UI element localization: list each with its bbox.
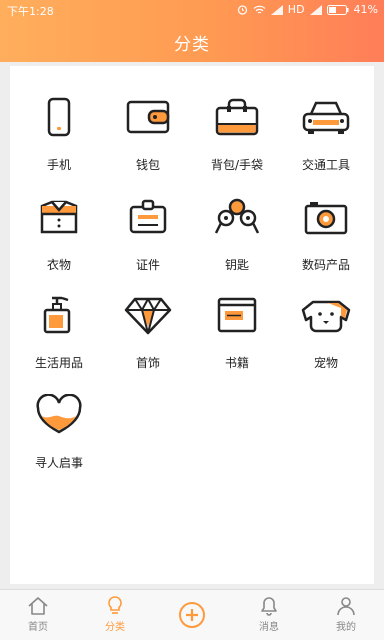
category-label: 生活用品 [34,356,83,370]
tab-profile[interactable]: 我的 [316,590,376,640]
category-label: 衣物 [46,258,71,272]
category-label: 证件 [135,258,160,272]
signal-icon-2 [309,4,322,15]
category-missing-person[interactable]: 寻人启事 [15,394,103,484]
tab-label: 分类 [105,622,125,633]
category-wallet[interactable]: 钱包 [104,96,192,186]
category-label: 手机 [46,158,71,172]
category-grid: 手机 钱包 背包/手袋 交通工具 衣物 证件 钥匙 数码产品 生活用品 首饰 书… [10,66,374,584]
category-label: 钱包 [135,158,160,172]
phone-icon [47,97,71,137]
lightbulb-icon [108,596,122,614]
tab-category[interactable]: 分类 [85,590,145,640]
tab-label: 我的 [336,622,356,633]
diamond-icon [124,297,172,335]
bottom-tab-bar: 首页 分类 消息 我的 [0,589,384,640]
category-pets[interactable]: 宠物 [282,294,370,384]
alarm-icon [237,5,247,15]
category-books[interactable]: 书籍 [193,294,281,384]
tab-add[interactable] [162,590,222,640]
user-icon [337,597,355,616]
tab-messages[interactable]: 消息 [239,590,299,640]
keys-icon [214,198,260,234]
category-clothes[interactable]: 衣物 [15,196,103,286]
category-bag[interactable]: 背包/手袋 [193,96,281,186]
category-label: 背包/手袋 [210,158,264,172]
car-icon [302,101,350,134]
status-bar: 下午1:28 HD 41% [0,0,384,20]
category-daily[interactable]: 生活用品 [15,294,103,384]
soap-bottle-icon [43,296,71,334]
wallet-icon [126,100,170,134]
tab-home[interactable]: 首页 [8,590,68,640]
category-keys[interactable]: 钥匙 [193,196,281,286]
plus-circle-icon [179,602,205,628]
camera-icon [304,202,348,235]
dog-icon [301,300,351,333]
book-icon [217,297,257,333]
wifi-icon [253,5,266,13]
category-label: 寻人启事 [34,456,83,470]
tab-label: 消息 [259,622,279,633]
status-time: 下午1:28 [7,5,54,18]
category-phone[interactable]: 手机 [15,96,103,186]
category-label: 宠物 [313,356,338,370]
category-label: 交通工具 [301,158,350,172]
category-jewelry[interactable]: 首饰 [104,294,192,384]
home-icon [28,597,48,615]
page-title: 分类 [174,35,210,55]
heart-icon [36,394,82,434]
network-type: HD [287,3,305,16]
tab-label: 首页 [28,622,48,633]
category-label: 数码产品 [301,258,350,272]
category-label: 首饰 [135,356,160,370]
category-vehicle[interactable]: 交通工具 [282,96,370,186]
category-label: 钥匙 [224,258,249,272]
bag-icon [215,98,259,136]
category-id[interactable]: 证件 [104,196,192,286]
category-label: 书籍 [224,356,249,370]
battery-icon [326,4,349,15]
signal-icon [270,4,283,15]
header-bar: 下午1:28 HD 41% 分类 [0,0,384,62]
category-digital[interactable]: 数码产品 [282,196,370,286]
id-card-icon [129,199,167,234]
battery-level: 41% [353,3,378,16]
shirt-icon [40,200,78,234]
bell-icon [261,597,277,616]
